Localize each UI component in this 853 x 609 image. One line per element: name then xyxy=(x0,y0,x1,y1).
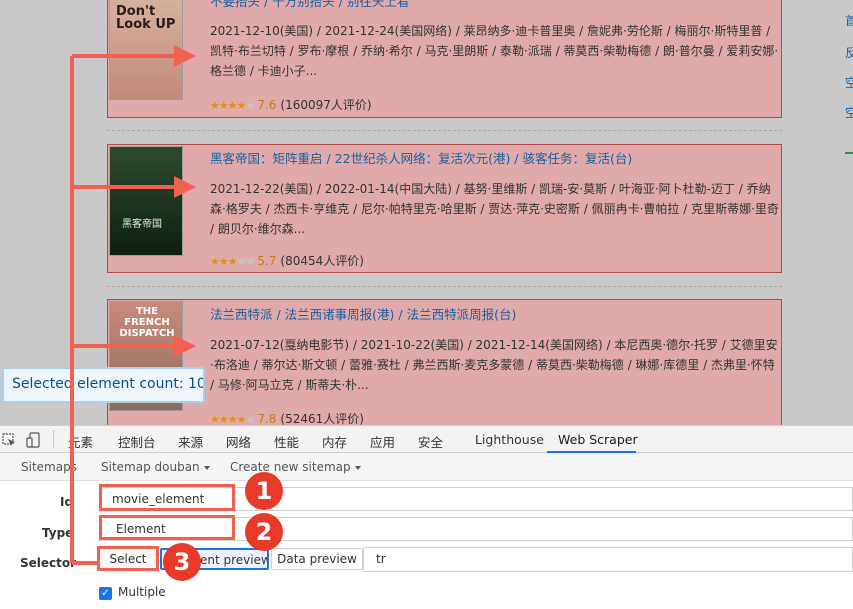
sidebar-rule xyxy=(845,152,853,154)
star-rating-icon: ★★★★★ xyxy=(210,99,255,112)
tab-sources[interactable]: 来源 xyxy=(178,432,203,451)
devtools-tabbar: 元素 控制台 来源 网络 性能 内存 应用 安全 Lighthouse Web … xyxy=(0,425,853,453)
device-toolbar-icon[interactable] xyxy=(26,432,40,448)
movie-votes: (52461人评价) xyxy=(280,412,364,425)
selected-count-text: Selected element count: 10 xyxy=(12,376,205,392)
type-label: Type xyxy=(42,526,74,540)
scraper-nav: Sitemaps Sitemap douban Create new sitem… xyxy=(0,453,853,481)
movie-list: Don't Look UP 不要抬头 / 千万别抬头 / 别往天上看 2021-… xyxy=(0,0,840,425)
sidebar-link[interactable]: 空 xyxy=(845,74,853,88)
movie-info: 2021-07-12(戛纳电影节) / 2021-10-22(美国) / 202… xyxy=(210,338,778,392)
movie-rating: ★★★★★ 7.8 (52461人评价) xyxy=(210,410,364,425)
chevron-down-icon xyxy=(203,465,210,470)
poster-image[interactable]: 黑客帝国 xyxy=(109,146,183,256)
poster-text: 黑客帝国 xyxy=(122,219,162,230)
chevron-down-icon xyxy=(354,465,361,470)
id-label: Id xyxy=(60,495,74,509)
nav-sitemaps[interactable]: Sitemaps xyxy=(21,460,77,474)
movie-item[interactable]: 黑客帝国 黑客帝国：矩阵重启 / 22世纪杀人网络：复活次元(港) / 骇客任务… xyxy=(107,144,782,273)
movie-info: 2021-12-10(美国) / 2021-12-24(美国网络) / 莱昂纳多… xyxy=(210,24,779,78)
star-rating-icon: ★★★★★ xyxy=(210,413,255,425)
poster-image[interactable]: Don't Look UP xyxy=(109,0,183,100)
nav-create-label: Create new sitemap xyxy=(230,460,351,474)
tab-memory[interactable]: 内存 xyxy=(322,432,347,451)
multiple-label: Multiple xyxy=(118,585,166,599)
data-preview-button[interactable]: Data preview xyxy=(271,548,363,570)
poster-text: THE FRENCH DISPATCH xyxy=(119,306,175,339)
tab-network[interactable]: 网络 xyxy=(226,432,251,451)
tab-web-scraper[interactable]: Web Scraper xyxy=(558,432,638,447)
sidebar-link[interactable]: 首 xyxy=(845,12,853,26)
movie-votes: (80454人评价) xyxy=(280,254,364,268)
movie-title[interactable]: 法兰西特派 / 法兰西诸事周报(港) / 法兰西特派周报(台) xyxy=(210,304,516,323)
tab-elements[interactable]: 元素 xyxy=(68,432,93,451)
nav-sitemap-label: Sitemap douban xyxy=(101,460,200,474)
nav-sitemap-dropdown[interactable]: Sitemap douban xyxy=(101,460,210,474)
movie-score: 7.8 xyxy=(257,412,277,425)
movie-score: 5.7 xyxy=(257,254,277,268)
movie-info: 2021-12-22(美国) / 2022-01-14(中国大陆) / 基努·里… xyxy=(210,182,779,236)
step-badge-1: 1 xyxy=(245,472,283,510)
sidebar-link[interactable]: 反 xyxy=(845,44,853,58)
step-badge-2: 2 xyxy=(245,513,283,551)
movie-votes: (160097人评价) xyxy=(280,98,372,112)
web-page: Don't Look UP 不要抬头 / 千万别抬头 / 别往天上看 2021-… xyxy=(0,0,853,425)
star-rating-icon: ★★★★★ xyxy=(210,255,255,268)
tab-performance[interactable]: 性能 xyxy=(274,432,299,451)
selected-count-box: Selected element count: 10 xyxy=(2,367,205,403)
movie-title[interactable]: 不要抬头 / 千万别抬头 / 别往天上看 xyxy=(210,0,409,10)
movie-score: 7.6 xyxy=(257,98,277,112)
movie-item[interactable]: Don't Look UP 不要抬头 / 千万别抬头 / 别往天上看 2021-… xyxy=(107,0,782,118)
tab-application[interactable]: 应用 xyxy=(370,432,395,451)
divider xyxy=(107,130,782,131)
selector-label: Selector xyxy=(20,556,77,570)
highlight-box-select xyxy=(97,546,159,571)
highlight-box-id xyxy=(99,484,235,511)
movie-rating: ★★★★★ 7.6 (160097人评价) xyxy=(210,96,372,113)
multiple-checkbox[interactable]: ✓ xyxy=(99,587,112,600)
step-badge-3: 3 xyxy=(163,543,201,581)
divider xyxy=(107,286,782,287)
movie-rating: ★★★★★ 5.7 (80454人评价) xyxy=(210,252,364,269)
tab-security[interactable]: 安全 xyxy=(418,432,443,451)
movie-title[interactable]: 黑客帝国：矩阵重启 / 22世纪杀人网络：复活次元(港) / 骇客任务：复活(台… xyxy=(210,148,632,167)
poster-text: Don't Look UP xyxy=(116,5,176,31)
tab-separator xyxy=(53,430,54,448)
tab-lighthouse[interactable]: Lighthouse xyxy=(475,432,544,447)
nav-create-sitemap[interactable]: Create new sitemap xyxy=(230,460,361,474)
inspect-icon[interactable] xyxy=(2,433,16,447)
tab-console[interactable]: 控制台 xyxy=(118,432,156,451)
highlight-box-type xyxy=(99,515,235,540)
sidebar-link[interactable]: 空 xyxy=(845,104,853,118)
movie-item[interactable]: THE FRENCH DISPATCH 法兰西特派 / 法兰西诸事周报(港) /… xyxy=(107,299,782,425)
selector-input[interactable]: tr xyxy=(363,547,853,572)
